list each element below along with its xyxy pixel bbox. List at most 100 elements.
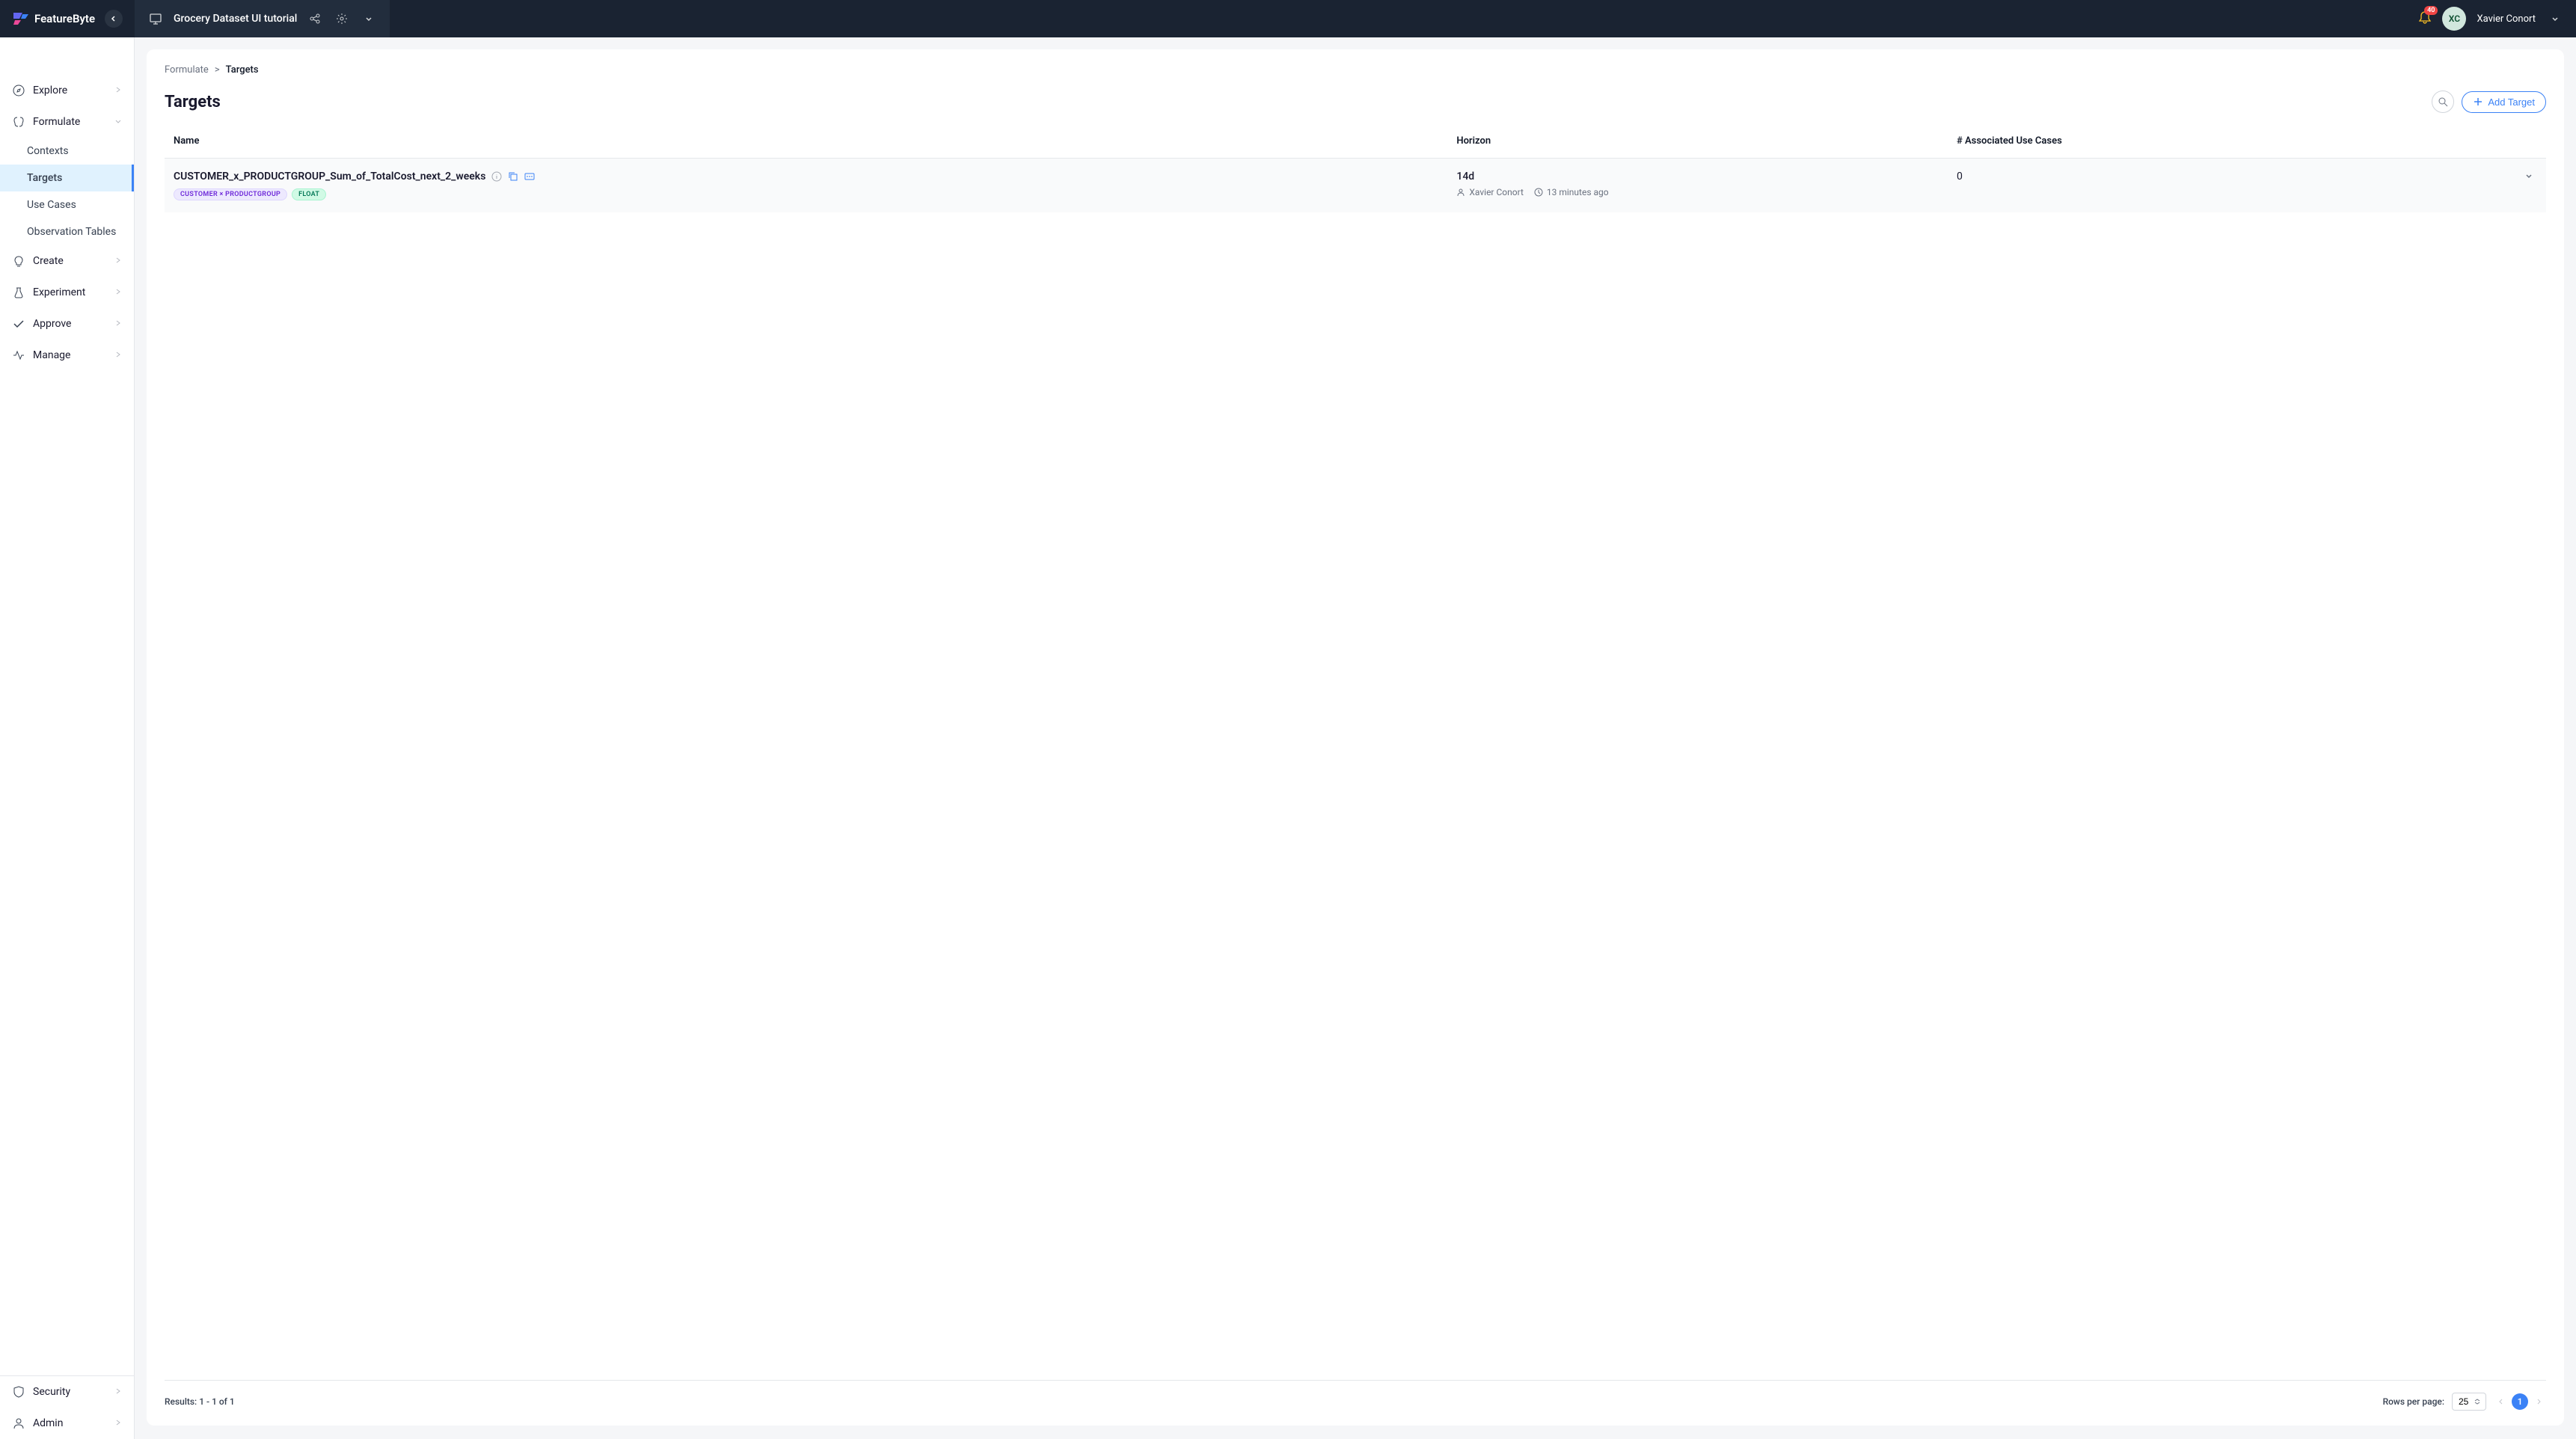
time-meta: 13 minutes ago (1534, 187, 1609, 197)
page-header: Targets Add Target (165, 90, 2546, 113)
sidebar-label: Admin (33, 1417, 63, 1429)
share-icon (309, 13, 321, 25)
user-menu-dropdown[interactable] (2546, 10, 2564, 28)
add-target-label: Add Target (2488, 96, 2535, 108)
sdk-icon[interactable] (524, 171, 535, 182)
brand-logo[interactable]: FeatureByte (12, 11, 95, 26)
page-actions: Add Target (2432, 90, 2546, 113)
share-button[interactable] (306, 10, 324, 28)
type-tag: FLOAT (292, 188, 326, 200)
rows-per-page-label: Rows per page: (2383, 1396, 2444, 1407)
associated-count: 0 (1951, 158, 2379, 212)
sidebar-label: Explore (33, 85, 67, 96)
nav-footer: Security Admin (0, 1375, 134, 1439)
brain-icon (12, 115, 25, 129)
search-icon (2438, 96, 2448, 107)
header-right: 40 XC Xavier Conort (2418, 7, 2564, 31)
next-page-button[interactable] (2531, 1394, 2546, 1409)
logo-icon (12, 11, 30, 26)
column-header-name[interactable]: Name (165, 125, 1450, 158)
sidebar: Explore Formulate Contexts Targets Use C… (0, 37, 135, 1439)
catalog-name[interactable]: Grocery Dataset UI tutorial (174, 13, 297, 25)
chevron-down-icon (364, 14, 373, 23)
compass-icon (12, 84, 25, 97)
chevron-right-icon (114, 349, 122, 361)
notification-count: 40 (2424, 6, 2438, 15)
results-text: Results: 1 - 1 of 1 (165, 1396, 235, 1407)
gear-icon (336, 13, 348, 25)
content-panel: Formulate > Targets Targets Add Target (147, 49, 2564, 1426)
user-admin-icon (12, 1417, 25, 1430)
notifications-button[interactable]: 40 (2418, 10, 2432, 27)
column-header-horizon[interactable]: Horizon (1450, 125, 1951, 158)
nav-main: Explore Formulate Contexts Targets Use C… (0, 37, 134, 1375)
sidebar-item-manage[interactable]: Manage (0, 340, 134, 371)
sidebar-item-formulate[interactable]: Formulate (0, 106, 134, 138)
horizon-value: 14d (1456, 171, 1945, 182)
user-avatar[interactable]: XC (2442, 7, 2466, 31)
target-name: CUSTOMER_x_PRODUCTGROUP_Sum_of_TotalCost… (174, 171, 485, 182)
target-meta: Xavier Conort 13 minutes ago (1456, 187, 1945, 197)
copy-icon[interactable] (508, 171, 518, 182)
activity-icon (12, 349, 25, 362)
settings-button[interactable] (333, 10, 351, 28)
plus-icon (2473, 96, 2483, 107)
sidebar-collapse-button[interactable] (105, 10, 123, 28)
sidebar-label: Approve (33, 318, 71, 330)
brand-name: FeatureByte (34, 12, 95, 25)
target-name-cell: CUSTOMER_x_PRODUCTGROUP_Sum_of_TotalCost… (174, 171, 1444, 182)
sidebar-label: Security (33, 1386, 70, 1398)
sidebar-label: Formulate (33, 116, 80, 128)
chevron-down-icon (114, 116, 122, 128)
lightbulb-icon (12, 254, 25, 268)
chevron-right-icon (2536, 1398, 2542, 1405)
catalog-selector-area: Grocery Dataset UI tutorial (135, 0, 390, 37)
sidebar-item-approve[interactable]: Approve (0, 308, 134, 340)
catalog-dropdown-button[interactable] (360, 10, 378, 28)
main-content: Formulate > Targets Targets Add Target (135, 37, 2576, 1439)
sidebar-item-observation-tables[interactable]: Observation Tables (0, 218, 134, 245)
author-meta: Xavier Conort (1456, 187, 1524, 197)
sidebar-item-create[interactable]: Create (0, 245, 134, 277)
sidebar-sub-label: Use Cases (27, 199, 76, 211)
column-header-associated[interactable]: # Associated Use Cases (1951, 125, 2379, 158)
breadcrumb-separator: > (215, 64, 220, 76)
target-tags: CUSTOMER × PRODUCTGROUP FLOAT (174, 188, 1444, 200)
prev-page-button[interactable] (2494, 1394, 2509, 1409)
check-icon (12, 317, 25, 331)
search-button[interactable] (2432, 90, 2454, 113)
sidebar-item-explore[interactable]: Explore (0, 75, 134, 106)
sidebar-item-use-cases[interactable]: Use Cases (0, 191, 134, 218)
flask-icon (12, 286, 25, 299)
sidebar-item-admin[interactable]: Admin (0, 1408, 134, 1439)
shield-icon (12, 1385, 25, 1399)
sidebar-item-targets[interactable]: Targets (0, 165, 134, 191)
sidebar-item-contexts[interactable]: Contexts (0, 138, 134, 165)
row-expand-button[interactable] (2524, 172, 2534, 184)
table-row[interactable]: CUSTOMER_x_PRODUCTGROUP_Sum_of_TotalCost… (165, 158, 2546, 212)
page-title: Targets (165, 93, 221, 111)
logo-area: FeatureByte (0, 10, 135, 28)
clock-icon (1534, 188, 1543, 197)
breadcrumb-parent[interactable]: Formulate (165, 64, 209, 76)
sidebar-sub-label: Targets (27, 172, 62, 184)
chevron-right-icon (114, 318, 122, 330)
sidebar-item-experiment[interactable]: Experiment (0, 277, 134, 308)
rows-per-page-select[interactable]: 25 (2452, 1393, 2486, 1411)
info-icon[interactable] (491, 171, 502, 182)
table-footer: Results: 1 - 1 of 1 Rows per page: 25 1 (165, 1380, 2546, 1411)
sidebar-label: Experiment (33, 286, 85, 298)
targets-table: Name Horizon # Associated Use Cases CUST… (165, 125, 2546, 212)
pagination: Rows per page: 25 1 (2383, 1393, 2546, 1411)
monitor-icon (147, 10, 165, 28)
entity-tag: CUSTOMER × PRODUCTGROUP (174, 188, 287, 200)
chevron-right-icon (114, 85, 122, 96)
chevron-right-icon (114, 1417, 122, 1429)
chevron-right-icon (114, 1386, 122, 1398)
sidebar-item-security[interactable]: Security (0, 1376, 134, 1408)
chevron-left-icon (110, 15, 117, 22)
page-nav: 1 (2494, 1393, 2546, 1410)
add-target-button[interactable]: Add Target (2462, 91, 2546, 113)
sidebar-sub-label: Observation Tables (27, 226, 116, 238)
page-number[interactable]: 1 (2512, 1393, 2528, 1410)
